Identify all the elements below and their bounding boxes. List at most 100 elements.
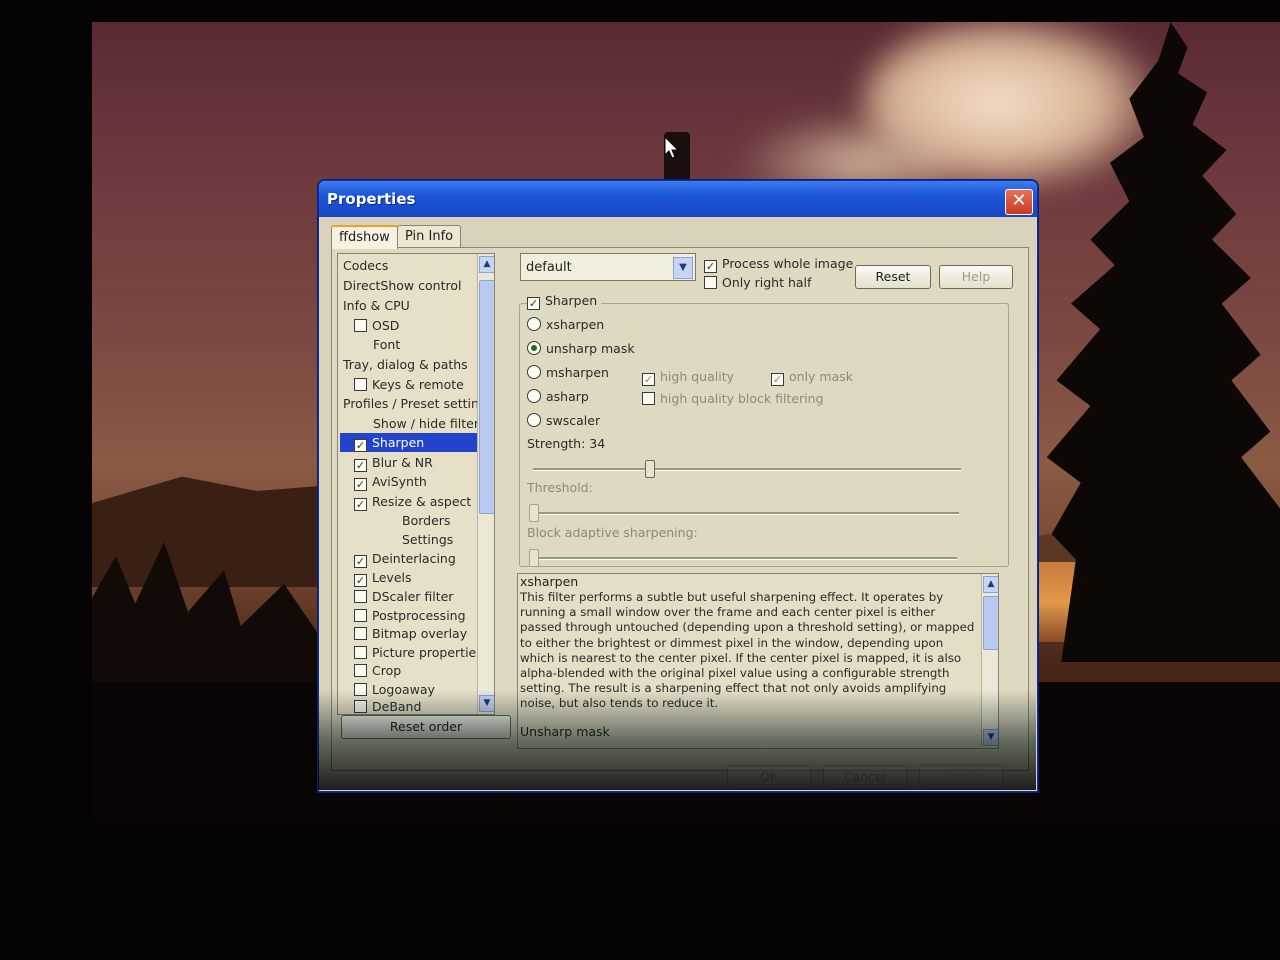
scroll-up-icon[interactable]: ▲ xyxy=(479,256,494,273)
tree-item-settings[interactable]: Settings xyxy=(402,530,453,549)
radio-msharpen[interactable]: msharpen xyxy=(527,365,609,381)
tree-item-label: DScaler filter xyxy=(372,589,454,604)
tree-item-tray-dialog-paths[interactable]: Tray, dialog & paths xyxy=(343,355,468,374)
filter-tree[interactable]: Codecs DirectShow control Info & CPU OSD… xyxy=(337,253,495,715)
filter-tree-scrollbar[interactable]: ▲ ▼ xyxy=(477,254,494,714)
title-bar[interactable]: Properties ✕ xyxy=(319,181,1037,217)
cancel-button[interactable]: Cancel xyxy=(823,765,907,789)
tree-item-label: AviSynth xyxy=(372,474,427,489)
description-scrollbar[interactable]: ▲ ▼ xyxy=(981,574,998,748)
threshold-slider-thumb[interactable] xyxy=(529,504,539,522)
filter-description-box[interactable]: xsharpen This filter performs a subtle b… xyxy=(517,573,999,749)
tree-item-avisynth[interactable]: ✓ AviSynth xyxy=(354,472,427,491)
tree-item-label: Levels xyxy=(372,570,412,585)
reset-button[interactable]: Reset xyxy=(855,265,931,289)
radio-button[interactable] xyxy=(527,317,541,331)
scroll-down-icon[interactable]: ▼ xyxy=(479,695,494,712)
tree-item-profiles[interactable]: Profiles / Preset settings xyxy=(343,394,493,413)
radio-label: msharpen xyxy=(546,365,609,380)
tab-ffdshow[interactable]: ffdshow xyxy=(331,225,398,249)
high-quality-checkbox[interactable]: ✓ xyxy=(642,373,655,386)
radio-button[interactable] xyxy=(527,389,541,403)
reset-order-button[interactable]: Reset order xyxy=(341,715,511,739)
only-right-half-option[interactable]: Only right half xyxy=(704,275,811,291)
tree-item-borders[interactable]: Borders xyxy=(402,511,450,530)
apply-button[interactable]: Apply xyxy=(919,765,1003,789)
help-button[interactable]: Help xyxy=(939,265,1013,289)
postprocessing-checkbox[interactable] xyxy=(354,609,367,622)
block-adaptive-slider-thumb[interactable] xyxy=(529,549,539,567)
tree-item-label: Font xyxy=(373,337,401,352)
block-adaptive-slider-track[interactable] xyxy=(533,557,957,560)
close-button[interactable]: ✕ xyxy=(1005,189,1033,215)
radio-unsharp-mask[interactable]: unsharp mask xyxy=(527,341,635,357)
deinterlacing-checkbox[interactable]: ✓ xyxy=(354,555,367,568)
tree-item-levels[interactable]: ✓ Levels xyxy=(354,568,412,587)
tree-item-sharpen[interactable]: ✓ Sharpen xyxy=(340,433,494,452)
hq-block-filtering-option[interactable]: high quality block filtering xyxy=(642,391,824,407)
ok-button[interactable]: OK xyxy=(727,765,811,789)
tree-item-font[interactable]: Font xyxy=(373,335,400,354)
radio-button[interactable] xyxy=(527,365,541,379)
tree-item-dscaler-filter[interactable]: DScaler filter xyxy=(354,587,453,606)
tree-item-blur-nr[interactable]: ✓ Blur & NR xyxy=(354,453,433,472)
tree-item-info-cpu[interactable]: Info & CPU xyxy=(343,296,410,315)
tree-item-osd[interactable]: OSD xyxy=(354,316,399,335)
tree-item-picture-properties[interactable]: Picture properties xyxy=(354,643,483,662)
resize-aspect-checkbox[interactable]: ✓ xyxy=(354,498,367,511)
tree-item-bitmap-overlay[interactable]: Bitmap overlay xyxy=(354,624,467,643)
sharpen-enable-option[interactable]: ✓ Sharpen xyxy=(527,293,602,310)
bitmap-overlay-checkbox[interactable] xyxy=(354,627,367,640)
osd-checkbox[interactable] xyxy=(354,319,367,332)
only-mask-option[interactable]: ✓ only mask xyxy=(771,369,853,386)
tree-item-resize-aspect[interactable]: ✓ Resize & aspect xyxy=(354,492,471,511)
keys-remote-checkbox[interactable] xyxy=(354,378,367,391)
hq-block-filtering-checkbox[interactable] xyxy=(642,392,655,405)
radio-swscaler[interactable]: swscaler xyxy=(527,413,600,429)
sharpen-checkbox[interactable]: ✓ xyxy=(354,439,367,452)
scroll-thumb[interactable] xyxy=(479,280,494,514)
radio-button[interactable] xyxy=(527,413,541,427)
chevron-down-icon[interactable]: ▼ xyxy=(673,257,693,279)
radio-button-selected[interactable] xyxy=(527,341,541,355)
deband-checkbox[interactable] xyxy=(354,700,367,713)
tree-item-keys-remote[interactable]: Keys & remote xyxy=(354,375,464,394)
tree-item-label: Crop xyxy=(372,663,402,678)
tree-item-directshow-control[interactable]: DirectShow control xyxy=(343,276,461,295)
dscaler-checkbox[interactable] xyxy=(354,590,367,603)
scroll-up-icon[interactable]: ▲ xyxy=(983,576,998,593)
blur-nr-checkbox[interactable]: ✓ xyxy=(354,459,367,472)
threshold-slider-track[interactable] xyxy=(533,512,959,515)
only-right-half-checkbox[interactable] xyxy=(704,276,717,289)
logoaway-checkbox[interactable] xyxy=(354,683,367,696)
tree-item-crop[interactable]: Crop xyxy=(354,661,401,680)
levels-checkbox[interactable]: ✓ xyxy=(354,574,367,587)
tree-item-deband[interactable]: DeBand xyxy=(354,697,421,714)
tree-item-label: Show / hide filters xyxy=(373,416,486,431)
tree-item-codecs[interactable]: Codecs xyxy=(343,256,388,275)
scroll-down-icon[interactable]: ▼ xyxy=(983,729,998,746)
preset-select[interactable]: default ▼ xyxy=(520,253,696,281)
tree-item-deinterlacing[interactable]: ✓ Deinterlacing xyxy=(354,549,456,568)
sharpen-enable-checkbox[interactable]: ✓ xyxy=(527,297,540,310)
avisynth-checkbox[interactable]: ✓ xyxy=(354,478,367,491)
process-whole-image-option[interactable]: ✓ Process whole image xyxy=(704,256,853,273)
high-quality-option[interactable]: ✓ high quality xyxy=(642,369,734,386)
tree-item-postprocessing[interactable]: Postprocessing xyxy=(354,606,466,625)
process-whole-image-checkbox[interactable]: ✓ xyxy=(704,260,717,273)
only-mask-checkbox[interactable]: ✓ xyxy=(771,373,784,386)
tab-pin-info[interactable]: Pin Info xyxy=(397,225,462,248)
strength-slider-track[interactable] xyxy=(533,468,961,471)
picture-properties-checkbox[interactable] xyxy=(354,646,367,659)
radio-asharp[interactable]: asharp xyxy=(527,389,589,405)
only-mask-label: only mask xyxy=(789,369,854,384)
scroll-thumb[interactable] xyxy=(983,596,998,650)
radio-xsharpen[interactable]: xsharpen xyxy=(527,317,604,333)
description-next-title: Unsharp mask xyxy=(520,724,610,739)
properties-dialog: Properties ✕ ffdshow Pin Info Codecs Dir… xyxy=(318,180,1038,792)
tree-item-label: Borders xyxy=(402,513,451,528)
strength-slider-thumb[interactable] xyxy=(644,460,655,478)
crop-checkbox[interactable] xyxy=(354,664,367,677)
tree-item-show-hide-filters[interactable]: Show / hide filters xyxy=(373,414,485,433)
process-whole-image-label: Process whole image xyxy=(722,256,854,271)
